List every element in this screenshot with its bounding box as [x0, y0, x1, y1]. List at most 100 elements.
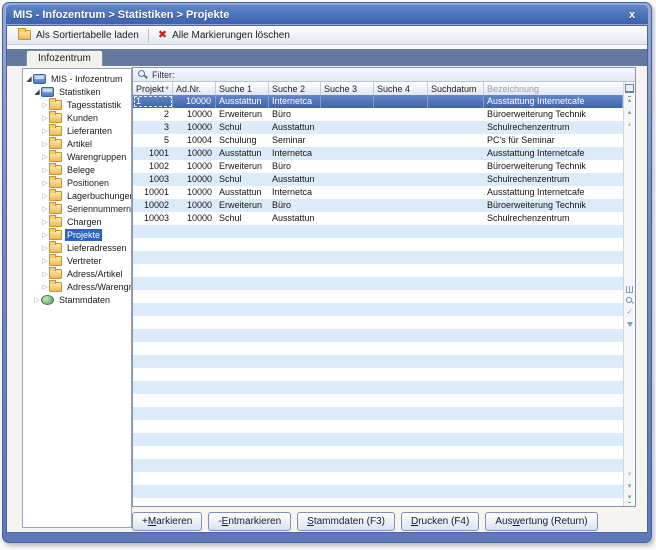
tree-item-positionen[interactable]: ▷Positionen: [23, 176, 131, 189]
collapse-arrow-icon[interactable]: ▷: [41, 257, 49, 265]
tree-item-adress-warengruppen[interactable]: ▷Adress/Warengruppen: [23, 280, 131, 293]
collapse-arrow-icon[interactable]: ▷: [41, 244, 49, 252]
table-row[interactable]: 100310000SchulAusstattunSchulrechenzentr…: [133, 173, 623, 186]
tree-item-artikel[interactable]: ▷Artikel: [23, 137, 131, 150]
cell: [374, 251, 428, 264]
tree-item-kunden[interactable]: ▷ Kunden: [23, 111, 131, 124]
expand-arrow-icon[interactable]: ◢: [33, 88, 41, 96]
go-up-icon[interactable]: [625, 108, 634, 117]
cell: Erweiterun: [216, 108, 269, 121]
tree-item-chargen[interactable]: ▷Chargen: [23, 215, 131, 228]
tree-item-mis-infozentrum[interactable]: ◢MIS - Infozentrum: [23, 72, 131, 85]
tree-item-warengruppen[interactable]: ▷Warengruppen: [23, 150, 131, 163]
tree-item-belege[interactable]: ▷Belege: [23, 163, 131, 176]
table-row[interactable]: 100210000ErweiterunBüroBüroerweiterung T…: [133, 160, 623, 173]
auswertung-return-button[interactable]: Auswertung (Return): [485, 512, 597, 531]
close-icon[interactable]: x: [623, 7, 641, 22]
cell: [321, 420, 374, 433]
tree-item-adress-artikel[interactable]: ▷ Adress/Artikel: [23, 267, 131, 280]
collapse-arrow-icon[interactable]: ▷: [41, 192, 49, 200]
cell: [374, 264, 428, 277]
column-header-suche-4[interactable]: Suche 4: [374, 82, 428, 95]
tree-item-stammdaten[interactable]: ▷ Stammdaten: [23, 293, 131, 306]
tree-item-lieferanten[interactable]: ▷Lieferanten: [23, 124, 131, 137]
tab-infozentrum[interactable]: Infozentrum: [26, 50, 103, 66]
columns-icon[interactable]: [626, 286, 633, 293]
clear-marks-button[interactable]: ✖ Alle Markierungen löschen: [151, 27, 297, 44]
cell: Ausstattun: [216, 147, 269, 160]
collapse-arrow-icon[interactable]: ▷: [41, 179, 49, 187]
table-row[interactable]: 210000ErweiterunBüroBüroerweiterung Tech…: [133, 108, 623, 121]
tree-item-lieferadressen[interactable]: ▷Lieferadressen: [23, 241, 131, 254]
table-row-empty: [133, 420, 623, 433]
cell: [133, 498, 173, 506]
page-down-icon[interactable]: [625, 470, 634, 479]
markieren-button[interactable]: + Markieren: [132, 512, 202, 531]
collapse-arrow-icon[interactable]: ▷: [41, 166, 49, 174]
collapse-arrow-icon[interactable]: ▷: [41, 218, 49, 226]
entmarkieren-button[interactable]: - Entmarkieren: [208, 512, 291, 531]
go-down-icon[interactable]: [625, 482, 634, 491]
cell: [484, 238, 623, 251]
collapse-arrow-icon[interactable]: ▷: [41, 101, 49, 109]
tree-item-vertreter[interactable]: ▷Vertreter: [23, 254, 131, 267]
column-header-suchdatum[interactable]: Suchdatum: [428, 82, 484, 95]
collapse-arrow-icon[interactable]: ▷: [41, 270, 49, 278]
button-hotkey: M: [148, 516, 156, 527]
collapse-arrow-icon[interactable]: ▷: [41, 140, 49, 148]
table-row[interactable]: 100110000AusstattunInternetcaAusstattung…: [133, 147, 623, 160]
search-small-icon[interactable]: [625, 296, 634, 305]
table-row[interactable]: 310000SchulAusstattunSchulrechenzentrum: [133, 121, 623, 134]
column-header-suche-2[interactable]: Suche 2: [269, 82, 321, 95]
page-up-icon[interactable]: [625, 120, 634, 129]
table-row[interactable]: 110000AusstattunInternetcaAusstattung In…: [133, 95, 623, 108]
filter-icon[interactable]: [625, 320, 634, 329]
tree-item-tagesstatistik[interactable]: ▷Tagesstatistik: [23, 98, 131, 111]
toolbar-separator: [148, 29, 149, 42]
cell: [321, 433, 374, 446]
cell: Schul: [216, 173, 269, 186]
column-header-projekt[interactable]: Projekt▼: [133, 82, 173, 95]
cell: [173, 225, 216, 238]
mark-icon[interactable]: [625, 308, 634, 317]
tree-item-label: Stammdaten: [57, 294, 112, 306]
tree-item-label: Kunden: [65, 112, 100, 124]
filter-bar[interactable]: Filter:: [133, 68, 635, 82]
collapse-arrow-icon[interactable]: ▷: [41, 205, 49, 213]
column-header-suche-1[interactable]: Suche 1: [216, 82, 269, 95]
column-header-bezeichnung[interactable]: Bezeichnung: [484, 82, 635, 95]
expand-arrow-icon[interactable]: ◢: [25, 75, 33, 83]
cell: [428, 446, 484, 459]
column-header-suche-3[interactable]: Suche 3: [321, 82, 374, 95]
cell: [428, 264, 484, 277]
table-row[interactable]: 1000210000ErweiterunBüroBüroerweiterung …: [133, 199, 623, 212]
column-header-ad-nr[interactable]: Ad.Nr.: [173, 82, 216, 95]
table-row[interactable]: 510004SchulungSeminarPC's für Seminar: [133, 134, 623, 147]
tree-item-projekte[interactable]: ▷Projekte: [23, 228, 131, 241]
cell: [133, 394, 173, 407]
cell: [216, 290, 269, 303]
drucken-f4-button[interactable]: Drucken (F4): [401, 512, 479, 531]
tree-item-statistiken[interactable]: ◢Statistiken: [23, 85, 131, 98]
button-hotkey: w: [513, 516, 520, 527]
column-chooser-icon[interactable]: [625, 84, 634, 93]
tree-item-seriennummern[interactable]: ▷Seriennummern: [23, 202, 131, 215]
table-row[interactable]: 1000110000AusstattunInternetcaAusstattun…: [133, 186, 623, 199]
collapse-arrow-icon[interactable]: ▷: [41, 127, 49, 135]
go-bottom-icon[interactable]: [625, 494, 634, 503]
table-row-empty: [133, 472, 623, 485]
table-row-empty: [133, 290, 623, 303]
collapse-arrow-icon[interactable]: ▷: [41, 231, 49, 239]
go-top-icon[interactable]: [625, 96, 634, 105]
collapse-arrow-icon[interactable]: ▷: [41, 114, 49, 122]
folder-icon: [49, 230, 62, 240]
stammdaten-f3-button[interactable]: Stammdaten (F3): [297, 512, 395, 531]
collapse-arrow-icon[interactable]: ▷: [41, 283, 49, 291]
load-sort-table-button[interactable]: Als Sortiertabelle laden: [11, 27, 146, 44]
table-row[interactable]: 1000310000SchulAusstattunSchulrechenzent…: [133, 212, 623, 225]
collapse-arrow-icon[interactable]: ▷: [41, 153, 49, 161]
tree-item-label: Adress/Artikel: [65, 268, 125, 280]
collapse-arrow-icon[interactable]: ▷: [33, 296, 41, 304]
tree-item-lagerbuchungen[interactable]: ▷Lagerbuchungen: [23, 189, 131, 202]
cell: 10000: [173, 121, 216, 134]
